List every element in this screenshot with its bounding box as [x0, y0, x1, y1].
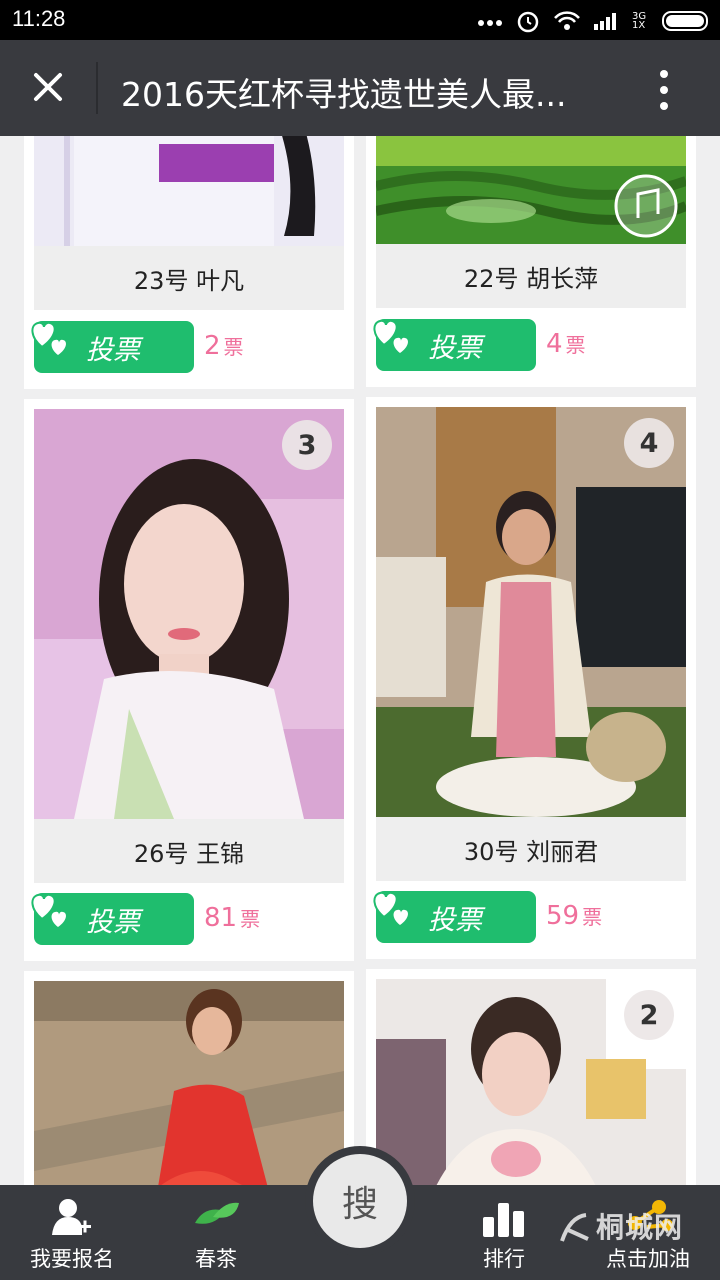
- tab-label: 我要报名: [30, 1247, 114, 1271]
- vote-number: 4: [546, 329, 563, 359]
- vote-label: 投票: [428, 332, 482, 364]
- tab-signup[interactable]: 我要报名: [0, 1185, 144, 1280]
- watermark-text: 桐城网: [596, 1211, 684, 1244]
- more-dots-icon: [478, 20, 502, 26]
- wifi-icon: [554, 11, 580, 30]
- vote-label: 投票: [86, 334, 140, 366]
- rank-badge: 2: [624, 990, 674, 1040]
- contestant-list[interactable]: 23号 叶凡 投票 2票 22号 胡长萍 投票 4票 3 26号 王锦 投票 8…: [0, 136, 720, 1185]
- vote-number: 2: [204, 331, 221, 361]
- vote-button[interactable]: 投票: [373, 891, 536, 943]
- tab-ranking[interactable]: 排行: [432, 1185, 576, 1280]
- user-add-icon: [52, 1199, 91, 1235]
- contestant-name: 23号 叶凡: [34, 246, 344, 310]
- close-icon[interactable]: [26, 62, 70, 114]
- photo-red-dress: [34, 981, 344, 1185]
- heart-icon: [31, 893, 66, 927]
- contestant-name: 30号 刘丽君: [376, 817, 686, 881]
- rank-badge: 3: [282, 420, 332, 470]
- alarm-icon: [517, 11, 539, 33]
- bar-chart-icon: [483, 1203, 524, 1237]
- vote-unit: 票: [565, 333, 586, 357]
- photo-hanfu: [34, 136, 344, 246]
- contestant-name: 26号 王锦: [34, 819, 344, 883]
- contestant-card[interactable]: [24, 971, 354, 1185]
- vote-count: 59 票: [546, 901, 602, 931]
- vote-unit: 票: [223, 335, 244, 359]
- vote-number: 59: [546, 901, 580, 931]
- photo-portrait: [376, 407, 686, 817]
- vote-count: 4票: [546, 329, 586, 359]
- network-type: 3G 1X: [632, 11, 647, 31]
- contestant-photo[interactable]: [34, 136, 344, 246]
- status-icons: 3G 1X: [478, 9, 710, 33]
- vote-unit: 票: [582, 905, 603, 929]
- contestant-card[interactable]: 4 30号 刘丽君 投票 59 票: [366, 397, 696, 959]
- status-time: 11:28: [12, 6, 66, 31]
- tab-spring-tea[interactable]: 春茶: [144, 1185, 288, 1280]
- vote-number: 81: [204, 903, 238, 933]
- tea-leaf-icon: [195, 1202, 239, 1224]
- more-menu-icon[interactable]: [652, 66, 676, 114]
- photo-tea-field: [376, 136, 686, 244]
- contestant-photo[interactable]: 3: [34, 409, 344, 819]
- heart-icon: [373, 319, 408, 353]
- contestant-photo[interactable]: 4: [376, 407, 686, 817]
- vote-label: 投票: [428, 904, 482, 936]
- contestant-card[interactable]: 23号 叶凡 投票 2票: [24, 136, 354, 389]
- vote-button[interactable]: 投票: [31, 893, 194, 945]
- vote-count: 2票: [204, 331, 244, 361]
- tab-label: 春茶: [195, 1247, 237, 1271]
- search-button[interactable]: 搜: [313, 1154, 407, 1248]
- title-divider: [96, 62, 98, 114]
- vote-button[interactable]: 投票: [373, 319, 536, 371]
- contestant-card[interactable]: 3 26号 王锦 投票 81 票: [24, 399, 354, 961]
- tab-label: 点击加油: [606, 1247, 690, 1271]
- heart-icon: [373, 891, 408, 925]
- photo-portrait: [34, 409, 344, 819]
- vote-count: 81 票: [204, 903, 260, 933]
- page-title: 2016天红杯寻找遗世美人最...: [121, 75, 567, 114]
- contestant-photo[interactable]: 2: [376, 979, 686, 1185]
- status-bar: 11:28 3G 1X: [0, 0, 720, 40]
- watermark: 桐城网: [556, 1206, 683, 1247]
- watermark-logo-icon: [560, 1213, 589, 1242]
- contestant-photo[interactable]: [376, 136, 686, 244]
- battery-icon: [662, 11, 708, 31]
- vote-unit: 票: [240, 907, 261, 931]
- rank-badge: 4: [624, 418, 674, 468]
- signal-icon: [594, 13, 616, 30]
- vote-button[interactable]: 投票: [31, 321, 194, 373]
- tab-label: 排行: [483, 1247, 525, 1271]
- heart-icon: [31, 321, 66, 355]
- contestant-name: 22号 胡长萍: [376, 244, 686, 308]
- contestant-photo[interactable]: [34, 981, 344, 1185]
- contestant-card[interactable]: 22号 胡长萍 投票 4票: [366, 136, 696, 387]
- contestant-card[interactable]: 2: [366, 969, 696, 1185]
- vote-label: 投票: [86, 906, 140, 938]
- title-bar: 2016天红杯寻找遗世美人最...: [0, 40, 720, 136]
